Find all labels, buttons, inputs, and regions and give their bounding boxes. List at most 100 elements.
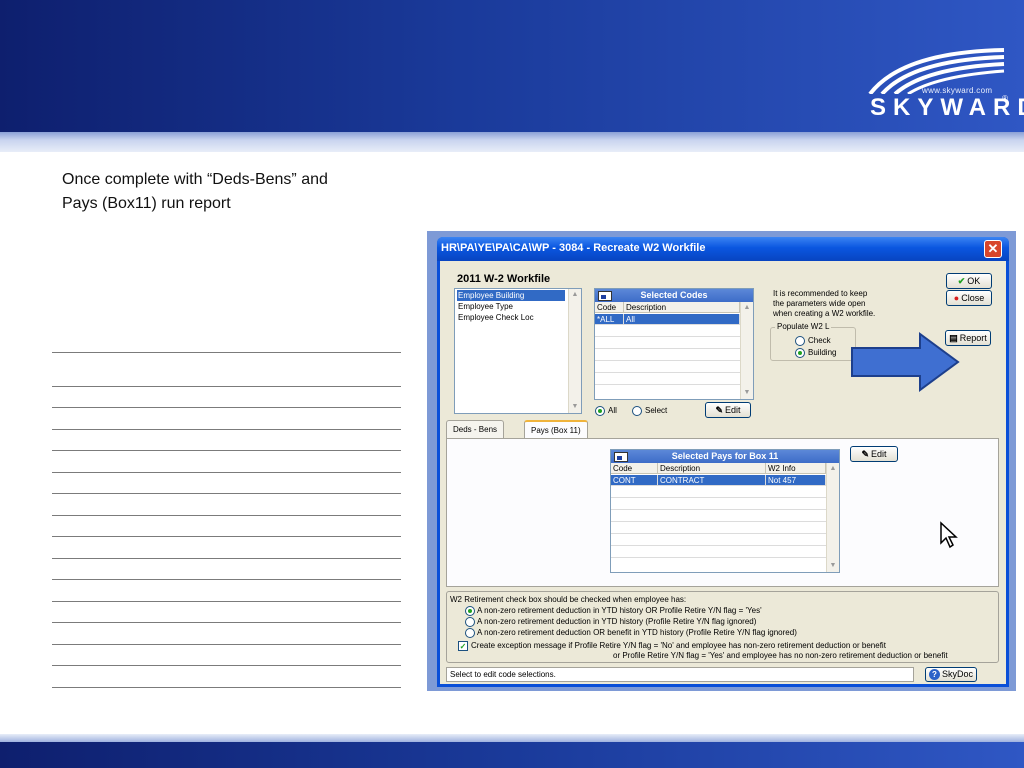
table-row[interactable] xyxy=(595,374,740,385)
code-type-listbox[interactable]: Employee Building Employee Type Employee… xyxy=(454,288,582,414)
table-row[interactable] xyxy=(595,326,740,337)
radio-check-label: Check xyxy=(808,336,831,345)
table-row[interactable] xyxy=(611,499,826,510)
column-header-description[interactable]: Description xyxy=(658,463,766,474)
selected-pays-title: Selected Pays for Box 11 xyxy=(671,451,779,461)
selected-codes-grid[interactable]: Selected Codes Code Description *ALL All… xyxy=(594,288,754,400)
table-row[interactable] xyxy=(611,487,826,498)
close-button[interactable]: ● Close xyxy=(946,290,992,306)
column-header-w2-info[interactable]: W2 Info xyxy=(766,463,826,474)
cell-description[interactable]: CONTRACT xyxy=(658,475,766,486)
column-header-code[interactable]: Code xyxy=(595,302,624,313)
table-row[interactable] xyxy=(611,511,826,522)
dialog-window: HR\PA\YE\PA\CA\WP - 3084 - Recreate W2 W… xyxy=(437,237,1009,687)
close-label: Close xyxy=(961,293,985,303)
pencil-icon: ✎ xyxy=(861,449,870,459)
selected-pays-grid[interactable]: Selected Pays for Box 11 Code Descriptio… xyxy=(610,449,840,573)
footer-stripe xyxy=(0,734,1024,742)
note-line-3: when creating a W2 workfile. xyxy=(773,309,876,318)
radio-select[interactable] xyxy=(632,406,642,416)
radio-all[interactable] xyxy=(595,406,605,416)
selected-codes-header: Selected Codes xyxy=(595,289,753,302)
note-lines xyxy=(52,352,401,692)
table-row[interactable] xyxy=(611,547,826,558)
cell-w2-info[interactable]: Not 457 xyxy=(766,475,826,486)
skydoc-label: SkyDoc xyxy=(941,669,973,679)
window-titlebar[interactable]: HR\PA\YE\PA\CA\WP - 3084 - Recreate W2 W… xyxy=(437,237,1009,261)
edit-pays-button[interactable]: ✎ Edit xyxy=(850,446,898,462)
selected-codes-title: Selected Codes xyxy=(640,290,708,300)
note-line xyxy=(52,687,401,688)
note-line xyxy=(52,622,401,623)
list-item-employee-building[interactable]: Employee Building xyxy=(457,290,565,301)
note-line xyxy=(52,644,401,645)
slide-text-line-2: Pays (Box11) run report xyxy=(62,195,231,212)
help-icon: ? xyxy=(928,669,940,680)
retirement-option-1-label: A non-zero retirement deduction in YTD h… xyxy=(477,606,762,615)
radio-retirement-option-1[interactable] xyxy=(465,606,475,616)
scroll-up-icon[interactable]: ▲ xyxy=(570,290,580,300)
dialog-client-area: 2011 W-2 Workfile Employee Building Empl… xyxy=(440,261,1006,684)
selected-pays-header: Selected Pays for Box 11 xyxy=(611,450,839,463)
column-header-description[interactable]: Description xyxy=(624,302,740,313)
column-header-code[interactable]: Code xyxy=(611,463,658,474)
note-line xyxy=(52,352,401,353)
pays-tab-panel: Selected Pays for Box 11 Code Descriptio… xyxy=(446,438,999,587)
table-row[interactable] xyxy=(611,523,826,534)
slide-text-line-1: Once complete with “Deds-Bens” and xyxy=(62,171,328,188)
scroll-up-icon[interactable]: ▲ xyxy=(828,464,838,474)
scroll-down-icon[interactable]: ▼ xyxy=(828,561,838,571)
note-line-1: It is recommended to keep xyxy=(773,289,868,298)
radio-retirement-option-3[interactable] xyxy=(465,628,475,638)
grid-icon xyxy=(614,452,628,462)
note-line xyxy=(52,429,401,430)
note-line xyxy=(52,601,401,602)
skyward-logo: www.skyward.com SKYWARD ® xyxy=(862,44,1024,124)
radio-all-label: All xyxy=(608,406,617,415)
note-line xyxy=(52,579,401,580)
listbox-scrollbar[interactable]: ▲ ▼ xyxy=(568,289,581,413)
pays-grid-scrollbar[interactable]: ▲ ▼ xyxy=(826,463,839,572)
tab-deds-bens[interactable]: Deds - Bens xyxy=(446,420,505,438)
radio-select-label: Select xyxy=(645,406,668,415)
radio-building[interactable] xyxy=(795,348,805,358)
ok-button[interactable]: ✔ OK xyxy=(946,273,992,289)
populate-group-title: Populate W2 L xyxy=(775,322,832,331)
exception-checkbox[interactable]: ✓ xyxy=(458,641,468,651)
table-row[interactable] xyxy=(611,535,826,546)
radio-retirement-option-2[interactable] xyxy=(465,617,475,627)
ok-label: OK xyxy=(967,276,981,286)
slide-body-text: Once complete with “Deds-Bens” and Pays … xyxy=(62,168,402,216)
table-row[interactable] xyxy=(595,350,740,361)
screenshot-frame: HR\PA\YE\PA\CA\WP - 3084 - Recreate W2 W… xyxy=(427,231,1016,691)
close-window-icon[interactable]: ✕ xyxy=(984,240,1002,258)
scroll-up-icon[interactable]: ▲ xyxy=(742,303,752,313)
grid-icon xyxy=(598,291,612,301)
header-band: www.skyward.com SKYWARD ® xyxy=(0,0,1024,132)
edit-codes-button[interactable]: ✎ Edit xyxy=(705,402,751,418)
cell-code[interactable]: *ALL xyxy=(595,314,624,325)
pencil-icon: ✎ xyxy=(715,405,724,415)
logo-text: SKYWARD xyxy=(870,94,1024,121)
status-bar: Select to edit code selections. xyxy=(446,667,914,682)
cell-description[interactable]: All xyxy=(624,314,740,325)
table-row[interactable] xyxy=(595,362,740,373)
list-item-employee-type[interactable]: Employee Type xyxy=(457,301,514,312)
scroll-down-icon[interactable]: ▼ xyxy=(570,402,580,412)
scroll-down-icon[interactable]: ▼ xyxy=(742,388,752,398)
list-item-employee-check-loc[interactable]: Employee Check Loc xyxy=(457,312,535,323)
report-label: Report xyxy=(959,333,987,343)
skydoc-button[interactable]: ? SkyDoc xyxy=(925,667,977,682)
note-line-2: the parameters wide open xyxy=(773,299,866,308)
table-row[interactable] xyxy=(595,338,740,349)
radio-check-loc[interactable] xyxy=(795,336,805,346)
note-line xyxy=(52,536,401,537)
edit-codes-label: Edit xyxy=(725,405,741,415)
note-line xyxy=(52,407,401,408)
cell-code[interactable]: CONT xyxy=(611,475,658,486)
slide: www.skyward.com SKYWARD ® Once complete … xyxy=(0,0,1024,768)
note-line xyxy=(52,386,401,387)
callout-arrow-icon xyxy=(851,332,960,392)
codes-grid-scrollbar[interactable]: ▲ ▼ xyxy=(740,302,753,399)
tab-pays-box-11[interactable]: Pays (Box 11) xyxy=(524,420,588,438)
